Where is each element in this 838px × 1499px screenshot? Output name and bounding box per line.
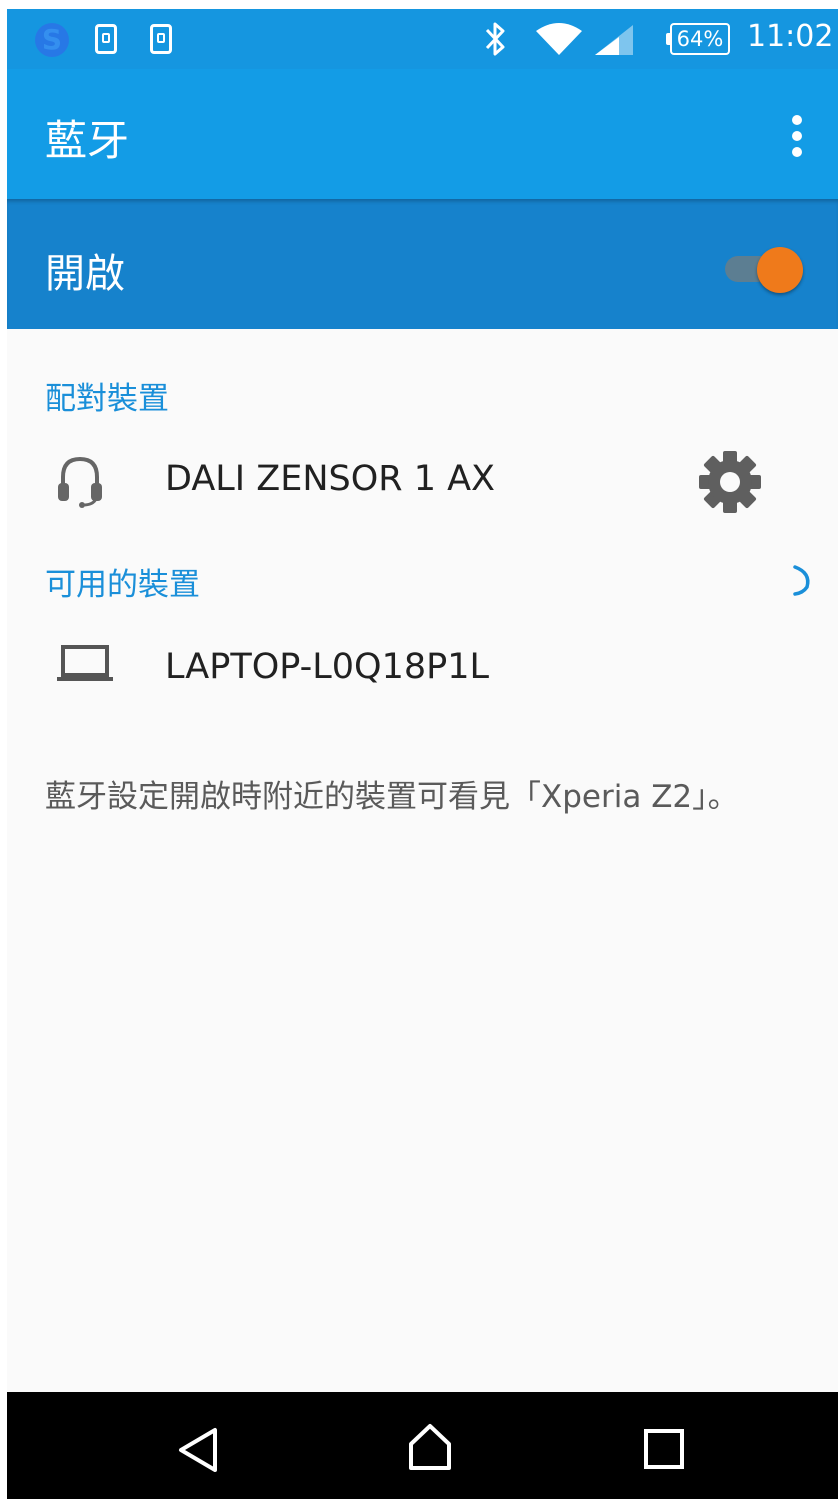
gear-icon[interactable] — [697, 449, 763, 515]
headset-icon — [58, 456, 102, 508]
bluetooth-settings-screen: S 64% 11:02 藍牙 開啟 配對裝置 DALI ZENSOR 1 AX … — [7, 9, 838, 1499]
spinner-icon — [793, 565, 810, 596]
laptop-icon — [57, 645, 113, 681]
recents-icon[interactable] — [643, 1428, 685, 1470]
device-name: LAPTOP-L0Q18P1L — [165, 647, 489, 687]
status-bar: S 64% 11:02 — [7, 9, 838, 69]
back-icon[interactable] — [175, 1426, 221, 1474]
toggle-thumb — [757, 247, 803, 293]
device-name: DALI ZENSOR 1 AX — [165, 459, 496, 499]
available-device-row[interactable]: LAPTOP-L0Q18P1L — [7, 619, 838, 709]
bluetooth-toggle[interactable] — [725, 247, 805, 293]
sync-app-icon — [95, 24, 117, 54]
paired-devices-header: 配對裝置 — [45, 381, 169, 417]
bluetooth-switch-bar[interactable]: 開啟 — [7, 199, 838, 329]
battery-indicator: 64% — [666, 23, 730, 55]
navigation-bar — [7, 1392, 838, 1499]
clock: 11:02 — [747, 19, 834, 54]
more-vert-icon[interactable] — [785, 113, 809, 161]
paired-device-row[interactable]: DALI ZENSOR 1 AX — [7, 431, 838, 521]
screenshot-app-icon — [150, 24, 172, 54]
wifi-icon — [536, 23, 582, 55]
bluetooth-icon — [485, 22, 505, 56]
available-devices-header: 可用的裝置 — [45, 567, 200, 603]
home-icon[interactable] — [405, 1422, 455, 1472]
app-bar: 藍牙 — [7, 69, 838, 199]
switch-label: 開啟 — [45, 251, 125, 297]
signal-icon — [595, 25, 633, 55]
visibility-info-text: 藍牙設定開啟時附近的裝置可看見「Xperia Z2」。 — [45, 779, 739, 815]
s-app-icon: S — [35, 23, 69, 57]
page-title: 藍牙 — [45, 116, 130, 165]
